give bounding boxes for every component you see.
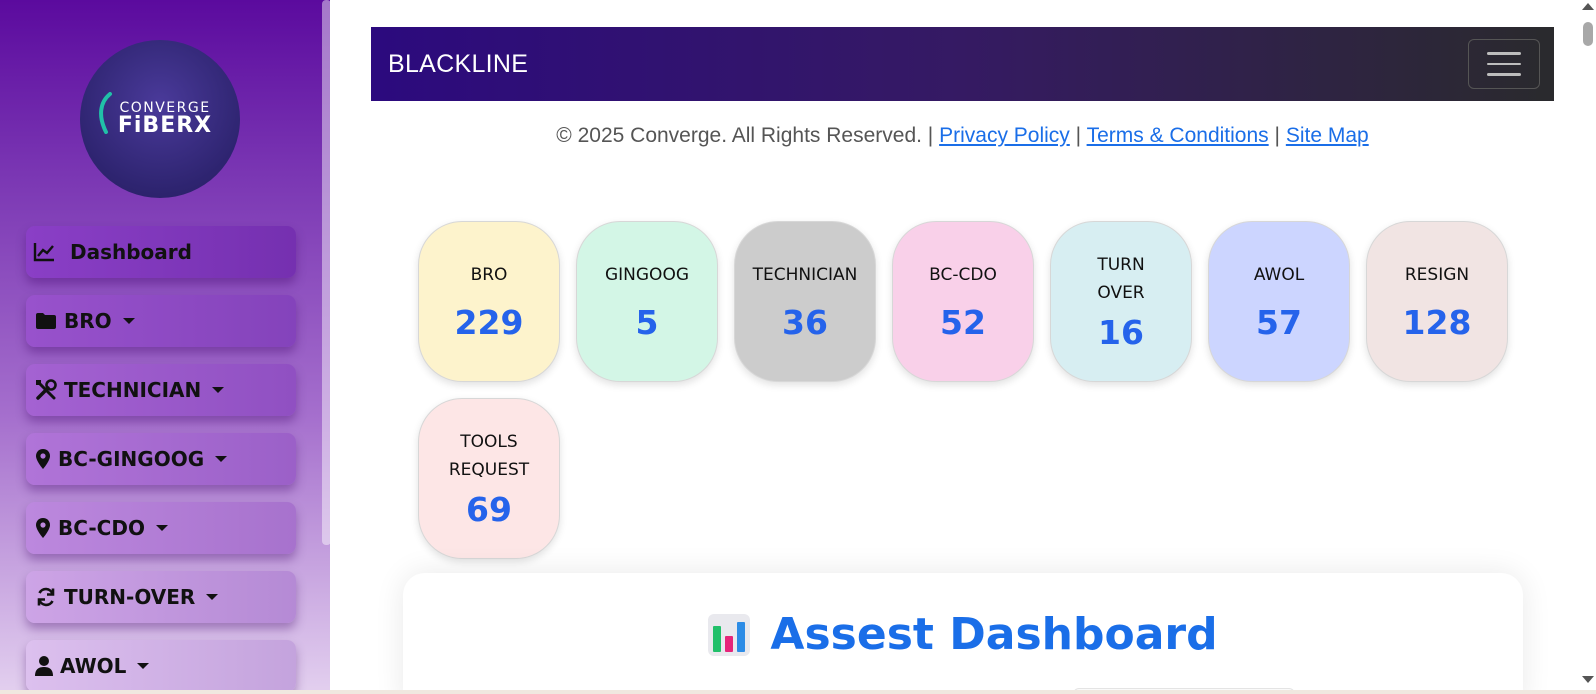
stat-card-value: 52 [940, 303, 986, 342]
copyright-footer: © 2025 Converge. All Rights Reserved. | … [371, 124, 1554, 148]
sidebar-item-bc-gingoog[interactable]: BC-GINGOOG [26, 433, 296, 485]
sidebar-item-label: BC-GINGOOG [58, 447, 205, 471]
site-map-link[interactable]: Site Map [1286, 124, 1369, 147]
stat-card-tools-request[interactable]: TOOLS REQUEST 69 [418, 398, 560, 559]
scroll-down-arrow-icon[interactable] [1582, 676, 1594, 683]
stat-card-value: 57 [1256, 303, 1302, 342]
folder-icon [34, 309, 58, 333]
asset-dashboard-panel: Assest Dashboard [403, 573, 1523, 694]
sidebar-item-label: Dashboard [70, 240, 192, 264]
stat-card-label: TECHNICIAN [752, 265, 858, 285]
footer-separator: | [1075, 124, 1082, 147]
tools-icon [34, 378, 58, 402]
top-navbar: BLACKLINE [371, 27, 1554, 101]
chevron-down-icon [137, 663, 150, 669]
stat-card-label: RESIGN [1404, 265, 1470, 285]
footer-separator: | [1274, 124, 1280, 147]
terms-conditions-link[interactable]: Terms & Conditions [1087, 124, 1269, 147]
sidebar-item-label: TURN-OVER [64, 585, 196, 609]
sidebar-item-label: AWOL [60, 654, 127, 678]
chevron-down-icon [206, 594, 219, 600]
hamburger-menu-icon[interactable] [1468, 39, 1540, 89]
sidebar-scrollbar[interactable] [322, 0, 331, 545]
stat-card-label: TOOLS REQUEST [448, 432, 530, 480]
map-pin-icon [34, 516, 52, 540]
bar-chart-icon [708, 613, 751, 656]
stat-card-label: TURN OVER [1097, 255, 1145, 303]
sidebar-item-label: TECHNICIAN [64, 378, 202, 402]
stat-card-bc-cdo[interactable]: BC-CDO 52 [892, 221, 1034, 382]
asset-dashboard-title: Assest Dashboard [770, 609, 1218, 660]
stat-card-awol[interactable]: AWOL 57 [1208, 221, 1350, 382]
sidebar-item-dashboard[interactable]: Dashboard [26, 226, 296, 278]
privacy-policy-link[interactable]: Privacy Policy [939, 124, 1070, 147]
stat-card-value: 128 [1402, 303, 1472, 342]
chart-line-icon [32, 240, 56, 264]
sidebar-item-bro[interactable]: BRO [26, 295, 296, 347]
sidebar-item-technician[interactable]: TECHNICIAN [26, 364, 296, 416]
copyright-text: © 2025 Converge. All Rights Reserved. | [556, 124, 934, 147]
sidebar: CONVERGE FiBERX Dashboard BRO TECHNICIAN… [0, 0, 330, 694]
sidebar-item-label: BC-CDO [58, 516, 145, 540]
stat-card-value: 229 [454, 303, 524, 342]
asset-dashboard-heading: Assest Dashboard [403, 609, 1523, 660]
chevron-down-icon [155, 525, 168, 531]
logo-swoosh-icon [99, 92, 112, 134]
stat-card-label: BC-CDO [929, 265, 997, 285]
chevron-down-icon [122, 318, 135, 324]
main-scrollbar-thumb[interactable] [1583, 22, 1593, 46]
stat-card-resign[interactable]: RESIGN 128 [1366, 221, 1508, 382]
sidebar-item-bc-cdo[interactable]: BC-CDO [26, 502, 296, 554]
user-icon [34, 654, 54, 678]
stat-card-value: 5 [635, 303, 659, 342]
chevron-down-icon [215, 456, 228, 462]
navbar-brand[interactable]: BLACKLINE [388, 50, 528, 79]
stat-card-label: BRO [470, 265, 508, 285]
chevron-down-icon [212, 387, 225, 393]
stat-card-value: 16 [1098, 313, 1144, 352]
stat-card-turn-over[interactable]: TURN OVER 16 [1050, 221, 1192, 382]
sync-icon [34, 585, 58, 609]
converge-fiberx-logo[interactable]: CONVERGE FiBERX [80, 40, 240, 198]
sidebar-item-turn-over[interactable]: TURN-OVER [26, 571, 296, 623]
main-scrollbar[interactable] [1580, 0, 1596, 694]
bottom-divider [0, 690, 1596, 694]
stat-card-gingoog[interactable]: GINGOOG 5 [576, 221, 718, 382]
sidebar-item-awol[interactable]: AWOL [26, 640, 296, 692]
sidebar-item-label: BRO [64, 309, 112, 333]
stat-card-bro[interactable]: BRO 229 [418, 221, 560, 382]
stat-card-label: AWOL [1253, 265, 1305, 285]
scroll-up-arrow-icon[interactable] [1582, 3, 1594, 10]
map-pin-icon [34, 447, 52, 471]
stat-card-label: GINGOOG [604, 265, 689, 285]
stat-card-technician[interactable]: TECHNICIAN 36 [734, 221, 876, 382]
stat-card-value: 36 [782, 303, 828, 342]
stat-card-value: 69 [466, 490, 512, 529]
logo-bottom-text: FiBERX [117, 113, 213, 138]
